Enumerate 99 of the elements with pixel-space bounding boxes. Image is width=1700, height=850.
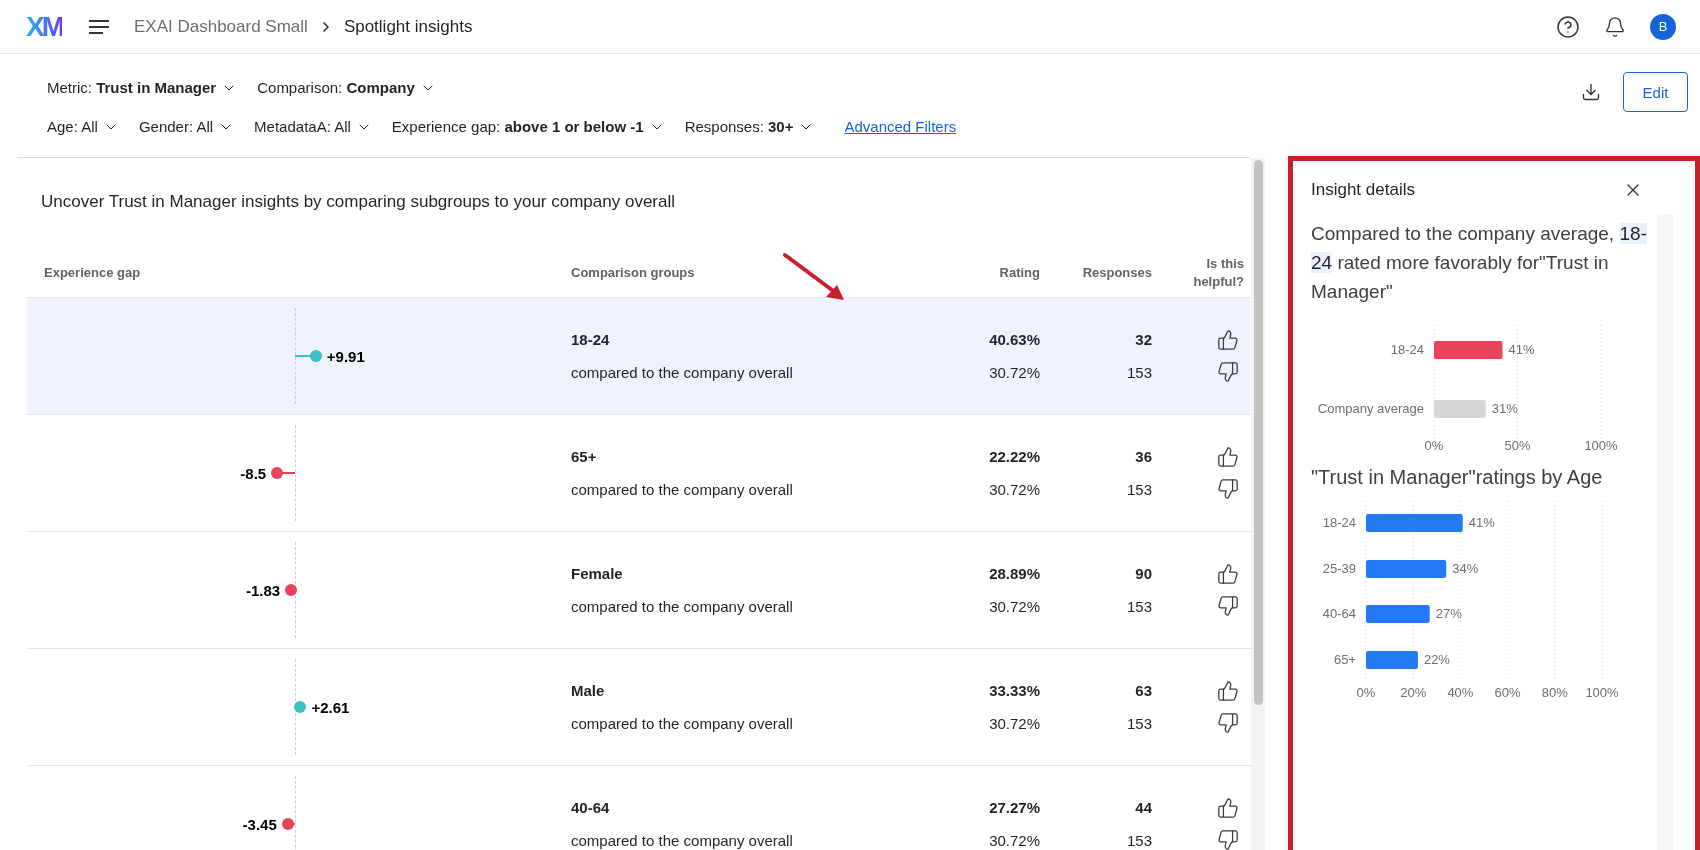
thumbs-down-icon[interactable] [1217, 712, 1239, 734]
column-header: Rating [999, 265, 1040, 280]
responses-value: 36 [1135, 448, 1152, 465]
rating-value: 30.72% [989, 832, 1040, 849]
filter-dropdown[interactable]: Metric: Trust in Manager [47, 79, 238, 96]
responses-value: 63 [1135, 682, 1152, 699]
edit-button[interactable]: Edit [1623, 72, 1688, 112]
tick-label: 60% [1494, 685, 1521, 700]
value-label: 22% [1423, 652, 1450, 667]
breadcrumb-link[interactable]: EXAI Dashboard Small [134, 16, 308, 37]
rating-value: 28.89% [989, 565, 1040, 582]
thumbs-up-icon[interactable] [1217, 446, 1239, 468]
gap-dot [281, 818, 294, 830]
comparison-text: compared to the company overall [571, 364, 793, 381]
tick-label: 100% [1584, 438, 1618, 453]
responses-value: 153 [1126, 364, 1152, 381]
tick-label: 0% [1424, 438, 1444, 453]
responses-value: 90 [1135, 565, 1152, 582]
rating-value: 30.72% [989, 364, 1040, 381]
value-label: 34% [1452, 561, 1479, 576]
gap-dot [294, 701, 307, 713]
insight-summary: Compared to the company average, 18-24 rated more favorably for"Trust in Manager" [1311, 222, 1648, 304]
value-label: 41% [1468, 515, 1495, 530]
tick-label: 0% [1356, 685, 1376, 700]
rating-value: 30.72% [989, 715, 1040, 732]
responses-value: 32 [1135, 331, 1152, 348]
value-label: 41% [1508, 342, 1535, 357]
filter-dropdown[interactable]: Gender: All [138, 118, 235, 135]
rating-value: 33.33% [989, 682, 1040, 699]
column-header: Comparison groups [571, 265, 695, 280]
comparison-text: compared to the company overall [571, 481, 793, 498]
menu-icon[interactable] [88, 18, 110, 35]
category-label: 18-24 [1322, 515, 1356, 530]
column-header: Experience gap [44, 265, 141, 280]
thumbs-down-icon[interactable] [1217, 829, 1239, 850]
gap-value: +2.61 [311, 698, 350, 716]
table-row-cell[interactable]: +9.91 [27, 297, 571, 414]
responses-value: 153 [1126, 715, 1152, 732]
chart-title: "Trust in Manager"ratings by Age [1311, 466, 1604, 489]
gap-value: -3.45 [242, 815, 277, 833]
gap-dot [285, 584, 298, 596]
responses-value: 44 [1135, 799, 1152, 816]
responses-value: 153 [1126, 598, 1152, 615]
advanced-filters-link[interactable]: Advanced Filters [844, 118, 957, 135]
column-header: Responses [1082, 265, 1152, 280]
tick-label: 50% [1504, 438, 1531, 453]
thumbs-down-icon[interactable] [1217, 595, 1239, 617]
tick-label: 40% [1447, 685, 1474, 700]
help-icon[interactable] [1556, 14, 1580, 39]
category-label: Company average [1317, 401, 1424, 416]
group-name: 18-24 [571, 331, 610, 348]
thumbs-up-icon[interactable] [1217, 680, 1239, 702]
category-label: 18-24 [1390, 342, 1424, 357]
category-label: 25-39 [1322, 561, 1356, 576]
table-row-cell[interactable]: -3.45 [27, 765, 571, 850]
thumbs-up-icon[interactable] [1217, 563, 1239, 585]
thumbs-down-icon[interactable] [1217, 361, 1239, 383]
gap-value: +9.91 [326, 347, 365, 365]
thumbs-down-icon[interactable] [1217, 478, 1239, 500]
category-label: 40-64 [1322, 606, 1356, 621]
filter-dropdown[interactable]: Age: All [47, 118, 119, 135]
group-name: Male [571, 682, 605, 699]
tick-label: 20% [1400, 685, 1427, 700]
user-avatar[interactable]: B [1650, 13, 1676, 40]
comparison-text: compared to the company overall [571, 715, 793, 732]
tick-label: 80% [1541, 685, 1568, 700]
filter-dropdown[interactable]: Comparison: Company [257, 79, 436, 96]
gap-value: -8.5 [240, 464, 267, 482]
rating-value: 30.72% [989, 481, 1040, 498]
gap-dot [309, 350, 322, 362]
tick-label: 100% [1585, 685, 1619, 700]
filter-dropdown[interactable]: Experience gap: above 1 or below -1 [391, 118, 665, 135]
responses-value: 153 [1126, 481, 1152, 498]
rating-value: 30.72% [989, 598, 1040, 615]
filter-dropdown[interactable]: Responses: 30+ [684, 118, 815, 135]
group-name: 65+ [571, 448, 597, 465]
value-label: 27% [1435, 606, 1462, 621]
page-title: Spotlight insights [343, 16, 473, 37]
bell-icon[interactable] [1604, 15, 1626, 38]
column-header: Is this helpful? [1192, 254, 1245, 291]
rating-value: 40.63% [989, 331, 1040, 348]
comparison-text: compared to the company overall [571, 598, 793, 615]
download-icon[interactable] [1581, 82, 1601, 102]
comparison-text: compared to the company overall [571, 832, 793, 849]
rating-value: 27.27% [989, 799, 1040, 816]
gap-value: -1.83 [245, 581, 281, 599]
gap-dot [271, 467, 284, 479]
filter-dropdown[interactable]: MetadataA: All [254, 118, 372, 135]
group-name: 40-64 [571, 799, 610, 816]
panel-title: Insight details [1311, 180, 1415, 200]
thumbs-up-icon[interactable] [1217, 329, 1239, 351]
group-name: Female [571, 565, 623, 582]
thumbs-up-icon[interactable] [1217, 797, 1239, 819]
responses-value: 153 [1126, 832, 1152, 849]
intro-text: Uncover Trust in Manager insights by comparing subgroups to your company overall [40, 192, 677, 213]
rating-value: 22.22% [989, 448, 1040, 465]
scrollbar[interactable] [1251, 158, 1265, 850]
category-label: 65+ [1333, 652, 1356, 667]
value-label: 31% [1491, 401, 1518, 416]
